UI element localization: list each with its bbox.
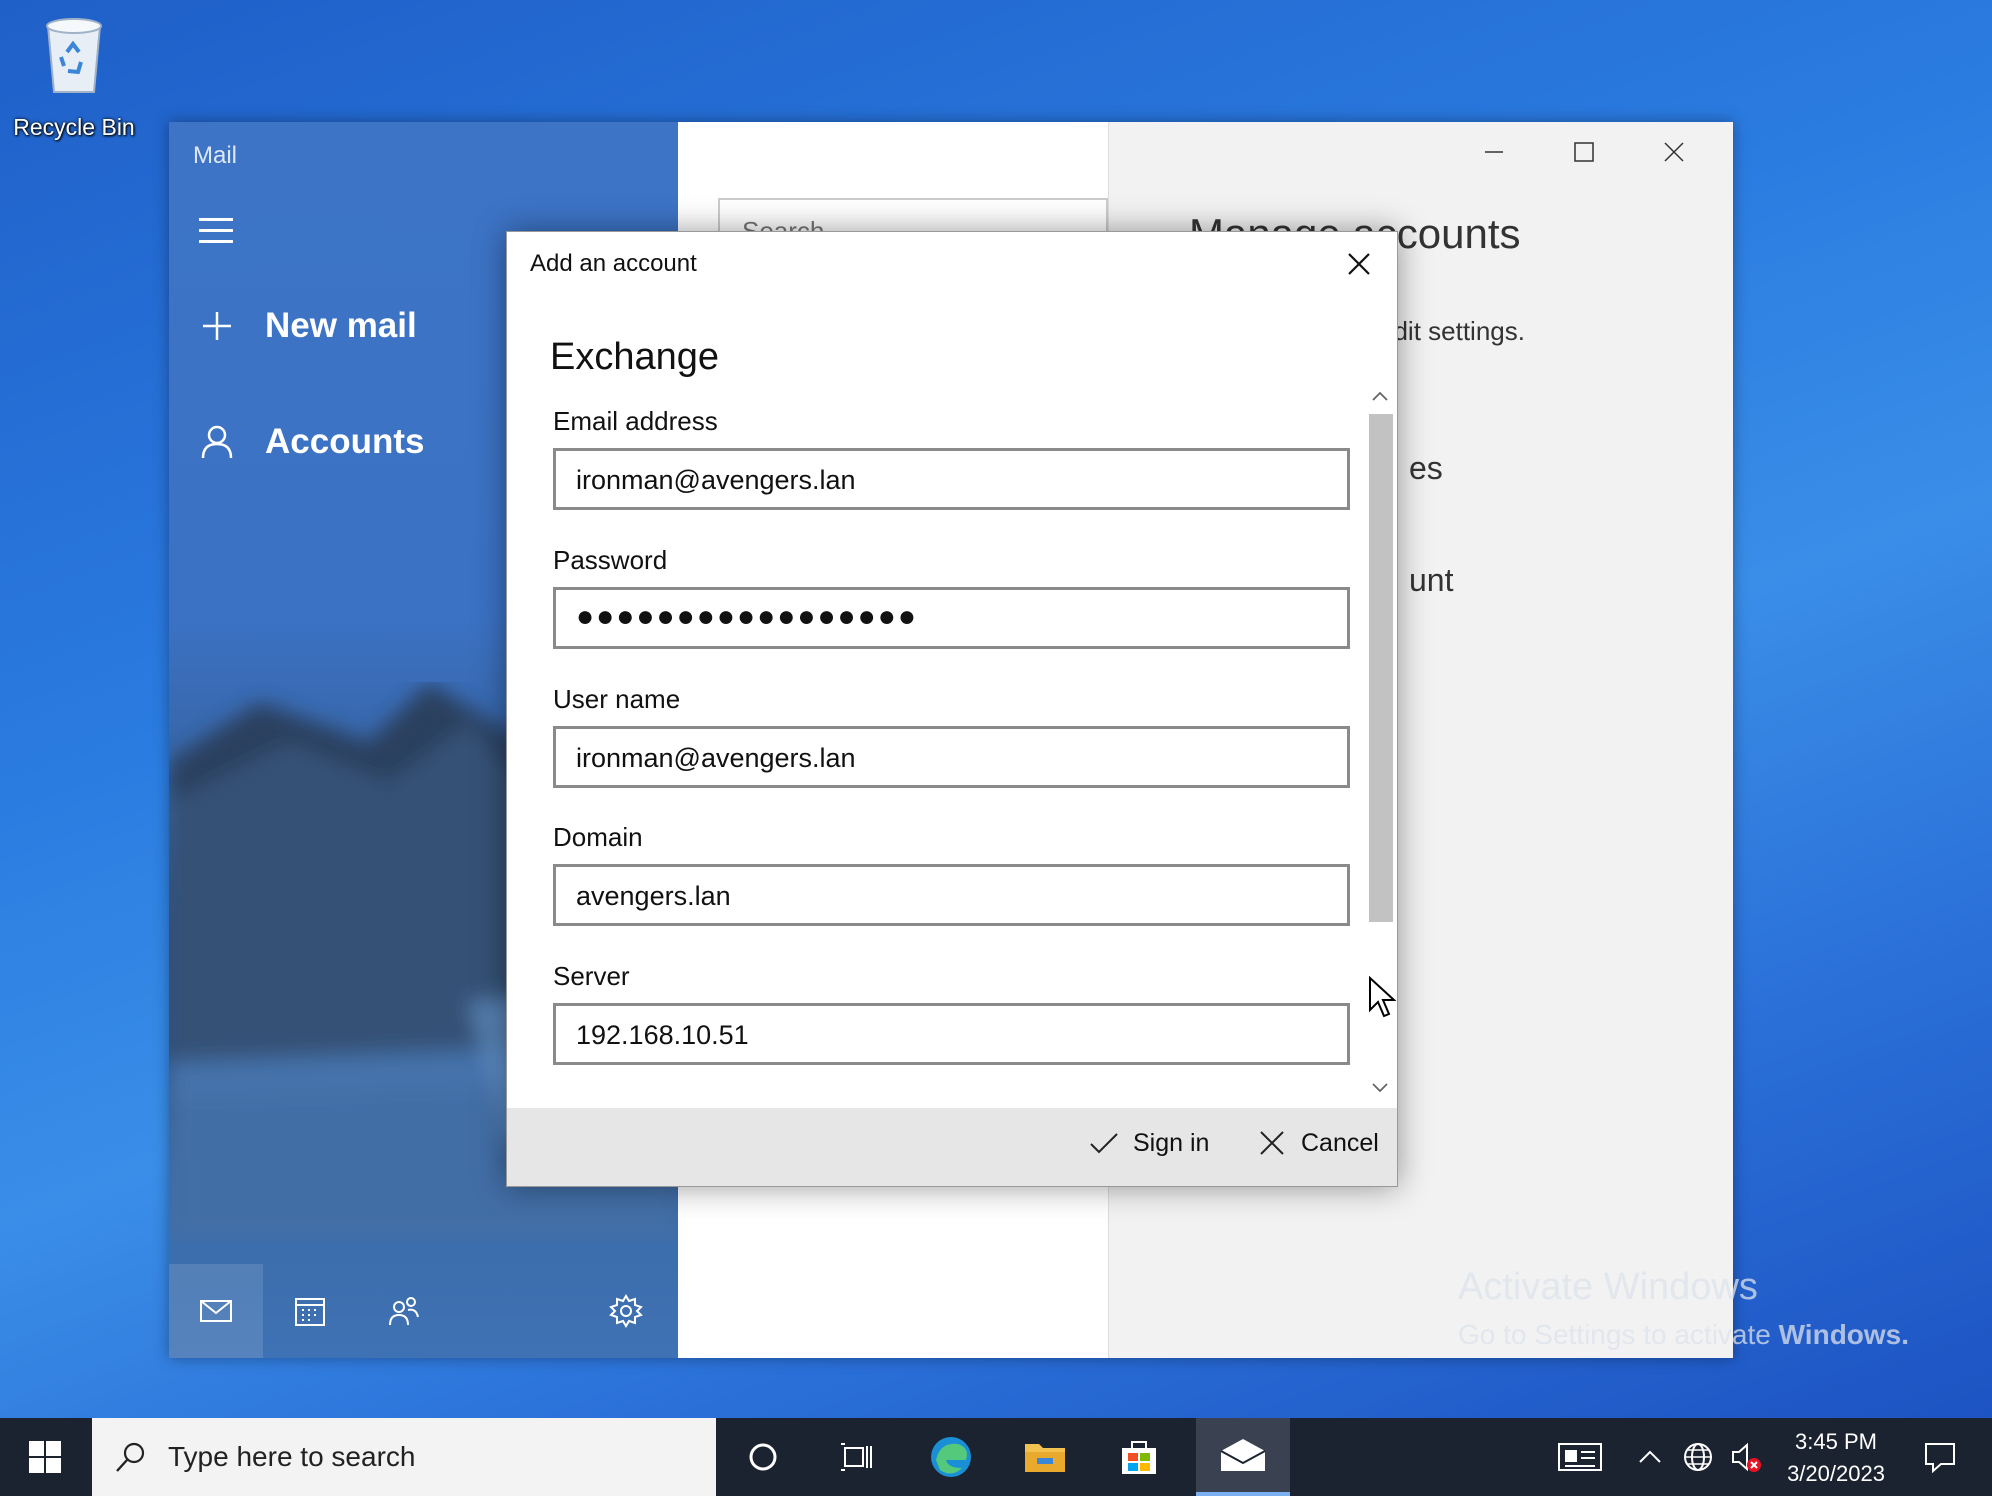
sign-in-label: Sign in bbox=[1133, 1128, 1210, 1157]
app-title: Mail bbox=[193, 142, 238, 169]
activate-line2: Go to Settings to activate bbox=[1458, 1319, 1779, 1350]
cancel-button[interactable]: Cancel bbox=[1255, 1126, 1379, 1160]
windows-logo-icon bbox=[29, 1441, 61, 1473]
password-label: Password bbox=[553, 545, 668, 575]
close-icon bbox=[1664, 142, 1684, 162]
chevron-up-icon[interactable] bbox=[1369, 382, 1391, 412]
dialog-title: Add an account bbox=[530, 250, 697, 277]
email-input[interactable]: ironman@avengers.lan bbox=[553, 448, 1350, 510]
globe-network-icon bbox=[1684, 1443, 1712, 1471]
store-bag-icon bbox=[1122, 1441, 1156, 1474]
close-window-button[interactable] bbox=[1629, 122, 1719, 182]
chevron-down-icon[interactable] bbox=[1369, 1072, 1391, 1102]
username-input[interactable]: ironman@avengers.lan bbox=[553, 726, 1350, 788]
dialog-footer: Sign in Cancel bbox=[507, 1108, 1397, 1186]
scrollbar-thumb[interactable] bbox=[1369, 414, 1393, 922]
recycle-bin-label: Recycle Bin bbox=[13, 114, 135, 140]
news-icon bbox=[1558, 1443, 1602, 1471]
close-icon bbox=[1260, 1131, 1284, 1155]
start-button[interactable] bbox=[0, 1418, 90, 1496]
username-label: User name bbox=[553, 684, 681, 714]
cortana-button[interactable] bbox=[716, 1418, 810, 1496]
activate-windows-watermark: Activate Windows Go to Settings to activ… bbox=[1458, 1266, 1909, 1351]
notification-icon bbox=[1925, 1443, 1955, 1474]
add-account-item[interactable]: unt bbox=[1409, 562, 1453, 599]
taskbar-search-placeholder: Type here to search bbox=[168, 1441, 416, 1472]
hamburger-menu-icon[interactable] bbox=[199, 218, 233, 246]
new-mail-label: New mail bbox=[265, 306, 417, 345]
people-nav-button[interactable] bbox=[357, 1264, 451, 1358]
domain-field: Domain avengers.lan bbox=[553, 822, 1350, 926]
mail-nav-button[interactable] bbox=[169, 1264, 263, 1358]
notifications-button[interactable] bbox=[1910, 1418, 1970, 1496]
store-button[interactable] bbox=[1092, 1418, 1186, 1496]
calendar-icon bbox=[295, 1298, 325, 1326]
edge-button[interactable] bbox=[904, 1418, 998, 1496]
dialog-heading: Exchange bbox=[550, 336, 720, 378]
taskbar: Type here to search 3:45 PM 3/20/2023 bbox=[0, 1418, 1992, 1496]
recycle-bin-icon bbox=[34, 10, 114, 100]
taskbar-search-box[interactable]: Type here to search bbox=[92, 1418, 716, 1496]
accounts-label: Accounts bbox=[265, 422, 425, 461]
password-input[interactable]: ●●●●●●●●●●●●●●●●● bbox=[553, 587, 1350, 649]
task-view-icon bbox=[841, 1443, 872, 1471]
domain-label: Domain bbox=[553, 822, 643, 852]
accounts-button[interactable]: Accounts bbox=[199, 422, 424, 462]
close-icon[interactable] bbox=[1343, 248, 1375, 280]
add-account-dialog: Add an account Exchange Email address ir… bbox=[506, 231, 1398, 1187]
manage-accounts-description: edit settings. bbox=[1379, 316, 1525, 346]
clock-date: 3/20/2023 bbox=[1787, 1461, 1885, 1486]
mouse-cursor-icon bbox=[1369, 976, 1396, 1018]
minimize-button[interactable] bbox=[1449, 122, 1539, 182]
server-input[interactable]: 192.168.10.51 bbox=[553, 1003, 1350, 1065]
cancel-label: Cancel bbox=[1301, 1128, 1379, 1157]
maximize-icon bbox=[1574, 142, 1594, 162]
person-icon bbox=[201, 425, 233, 459]
checkmark-icon bbox=[1090, 1133, 1118, 1154]
cortana-circle-icon bbox=[749, 1443, 777, 1471]
password-field: Password ●●●●●●●●●●●●●●●●● bbox=[553, 545, 1350, 649]
mail-taskbar-button[interactable] bbox=[1196, 1418, 1290, 1496]
activate-line2-bold: Windows. bbox=[1778, 1319, 1910, 1350]
news-widget-button[interactable] bbox=[1550, 1418, 1610, 1496]
mail-icon bbox=[200, 1300, 232, 1322]
new-mail-button[interactable]: New mail bbox=[199, 306, 417, 346]
email-label: Email address bbox=[553, 406, 718, 436]
clock-time: 3:45 PM bbox=[1795, 1429, 1877, 1454]
gear-icon bbox=[609, 1294, 643, 1328]
username-field: User name ironman@avengers.lan bbox=[553, 684, 1350, 788]
mail-app-icon bbox=[1220, 1439, 1266, 1471]
chevron-up-icon bbox=[1639, 1450, 1661, 1463]
network-button[interactable] bbox=[1676, 1418, 1720, 1496]
server-field: Server 192.168.10.51 bbox=[553, 961, 1350, 1065]
nav-bottom-bar bbox=[169, 1264, 678, 1358]
maximize-button[interactable] bbox=[1539, 122, 1629, 182]
domain-input[interactable]: avengers.lan bbox=[553, 864, 1350, 926]
settings-nav-button[interactable] bbox=[579, 1264, 673, 1358]
plus-icon bbox=[203, 312, 231, 340]
file-explorer-button[interactable] bbox=[998, 1418, 1092, 1496]
recycle-bin[interactable]: Recycle Bin bbox=[8, 10, 140, 141]
people-icon bbox=[389, 1297, 419, 1326]
folder-icon bbox=[1025, 1444, 1065, 1472]
task-view-button[interactable] bbox=[810, 1418, 904, 1496]
system-clock[interactable]: 3:45 PM 3/20/2023 bbox=[1776, 1426, 1896, 1490]
minimize-icon bbox=[1485, 151, 1503, 153]
manage-accounts-item[interactable]: es bbox=[1409, 450, 1443, 487]
search-icon bbox=[116, 1442, 145, 1472]
show-hidden-icons-button[interactable] bbox=[1630, 1418, 1670, 1496]
activate-line1: Activate Windows bbox=[1458, 1266, 1758, 1308]
sign-in-button[interactable]: Sign in bbox=[1087, 1126, 1209, 1160]
volume-muted-icon bbox=[1732, 1442, 1761, 1472]
calendar-nav-button[interactable] bbox=[263, 1264, 357, 1358]
volume-button[interactable] bbox=[1724, 1418, 1768, 1496]
edge-browser-icon bbox=[931, 1437, 971, 1477]
email-field: Email address ironman@avengers.lan bbox=[553, 406, 1350, 510]
server-label: Server bbox=[553, 961, 630, 991]
